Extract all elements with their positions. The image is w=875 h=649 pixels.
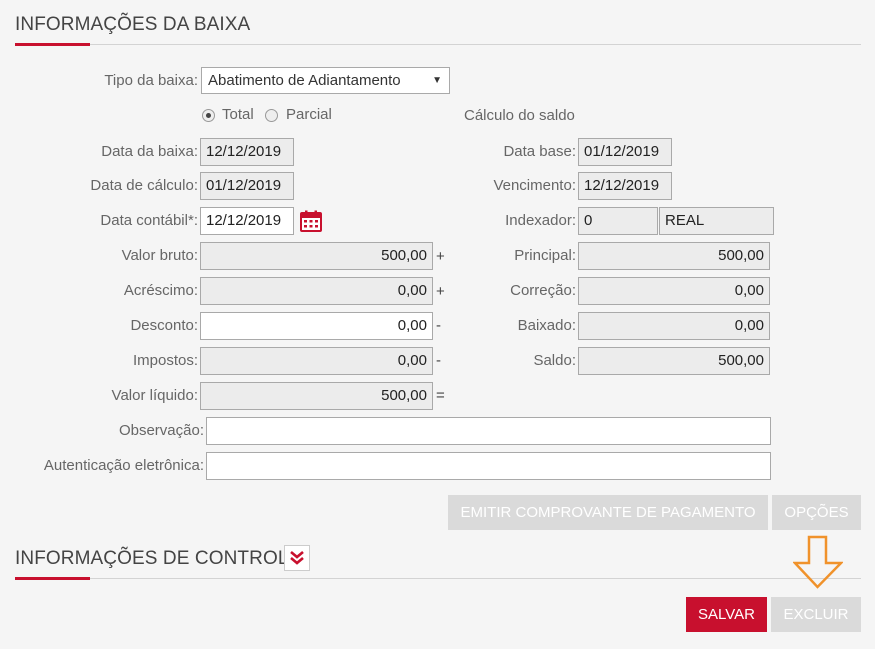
section-title-controle: INFORMAÇÕES DE CONTROLE bbox=[15, 548, 302, 569]
impostos-field: 0,00 bbox=[200, 347, 433, 375]
radio-parcial[interactable] bbox=[265, 109, 278, 122]
saldo-field: 500,00 bbox=[578, 347, 770, 375]
equals-operator: = bbox=[436, 387, 445, 404]
radio-total[interactable] bbox=[202, 109, 215, 122]
valor-liquido-label: Valor líquido: bbox=[111, 387, 198, 404]
tipo-baixa-select[interactable]: Abatimento de Adiantamento ▼ bbox=[201, 67, 450, 94]
valor-liquido-field: 500,00 bbox=[200, 382, 433, 410]
impostos-label: Impostos: bbox=[132, 352, 198, 369]
vencimento-field: 12/12/2019 bbox=[578, 172, 672, 200]
autenticacao-label: Autenticação eletrônica: bbox=[43, 457, 204, 474]
section-divider bbox=[15, 44, 861, 45]
opcoes-button[interactable]: OPÇÕES bbox=[772, 495, 861, 530]
data-baixa-label: Data da baixa: bbox=[101, 143, 198, 160]
radio-total-label: Total bbox=[222, 106, 254, 123]
data-baixa-field: 12/12/2019 bbox=[200, 138, 294, 166]
valor-bruto-field: 500,00 bbox=[200, 242, 433, 270]
calendar-icon[interactable] bbox=[299, 209, 323, 233]
double-chevron-down-icon bbox=[290, 551, 304, 565]
acrescimo-field: 0,00 bbox=[200, 277, 433, 305]
section-accent-bar bbox=[15, 577, 90, 580]
baixado-label: Baixado: bbox=[517, 317, 576, 334]
data-contabil-label: Data contábil*: bbox=[100, 212, 198, 229]
principal-field: 500,00 bbox=[578, 242, 770, 270]
vencimento-label: Vencimento: bbox=[493, 177, 576, 194]
baixado-field: 0,00 bbox=[578, 312, 770, 340]
correcao-label: Correção: bbox=[510, 282, 576, 299]
expand-controle-toggle[interactable] bbox=[284, 545, 310, 571]
observacao-label: Observação: bbox=[118, 422, 204, 439]
valor-bruto-label: Valor bruto: bbox=[121, 247, 198, 264]
excluir-button[interactable]: EXCLUIR bbox=[771, 597, 861, 632]
saldo-label: Saldo: bbox=[533, 352, 576, 369]
section-accent-bar bbox=[15, 43, 90, 46]
arrow-down-icon bbox=[793, 535, 843, 589]
desconto-label: Desconto: bbox=[130, 317, 198, 334]
data-calculo-label: Data de cálculo: bbox=[90, 177, 198, 194]
acrescimo-label: Acréscimo: bbox=[123, 282, 198, 299]
observacao-input[interactable] bbox=[206, 417, 771, 445]
salvar-button[interactable]: SALVAR bbox=[686, 597, 767, 632]
data-calculo-field: 01/12/2019 bbox=[200, 172, 294, 200]
data-base-label: Data base: bbox=[503, 143, 576, 160]
indexador-code-field: 0 bbox=[578, 207, 658, 235]
tipo-baixa-label: Tipo da baixa: bbox=[104, 72, 198, 89]
section-title-baixa: INFORMAÇÕES DA BAIXA bbox=[15, 14, 251, 35]
indexador-name-field: REAL bbox=[659, 207, 774, 235]
plus-operator: + bbox=[436, 248, 445, 265]
tipo-baixa-selected-value: Abatimento de Adiantamento bbox=[208, 72, 401, 89]
data-base-field: 01/12/2019 bbox=[578, 138, 672, 166]
autenticacao-input[interactable] bbox=[206, 452, 771, 480]
plus-operator: + bbox=[436, 283, 445, 300]
correcao-field: 0,00 bbox=[578, 277, 770, 305]
data-contabil-input[interactable]: 12/12/2019 bbox=[200, 207, 294, 235]
indexador-label: Indexador: bbox=[505, 212, 576, 229]
calculo-saldo-heading: Cálculo do saldo bbox=[464, 107, 575, 124]
chevron-down-icon: ▼ bbox=[432, 75, 442, 86]
emitir-comprovante-button[interactable]: EMITIR COMPROVANTE DE PAGAMENTO bbox=[448, 495, 768, 530]
minus-operator: - bbox=[436, 352, 441, 369]
radio-parcial-label: Parcial bbox=[286, 106, 332, 123]
section-divider bbox=[15, 578, 861, 579]
desconto-input[interactable]: 0,00 bbox=[200, 312, 433, 340]
minus-operator: - bbox=[436, 317, 441, 334]
principal-label: Principal: bbox=[514, 247, 576, 264]
